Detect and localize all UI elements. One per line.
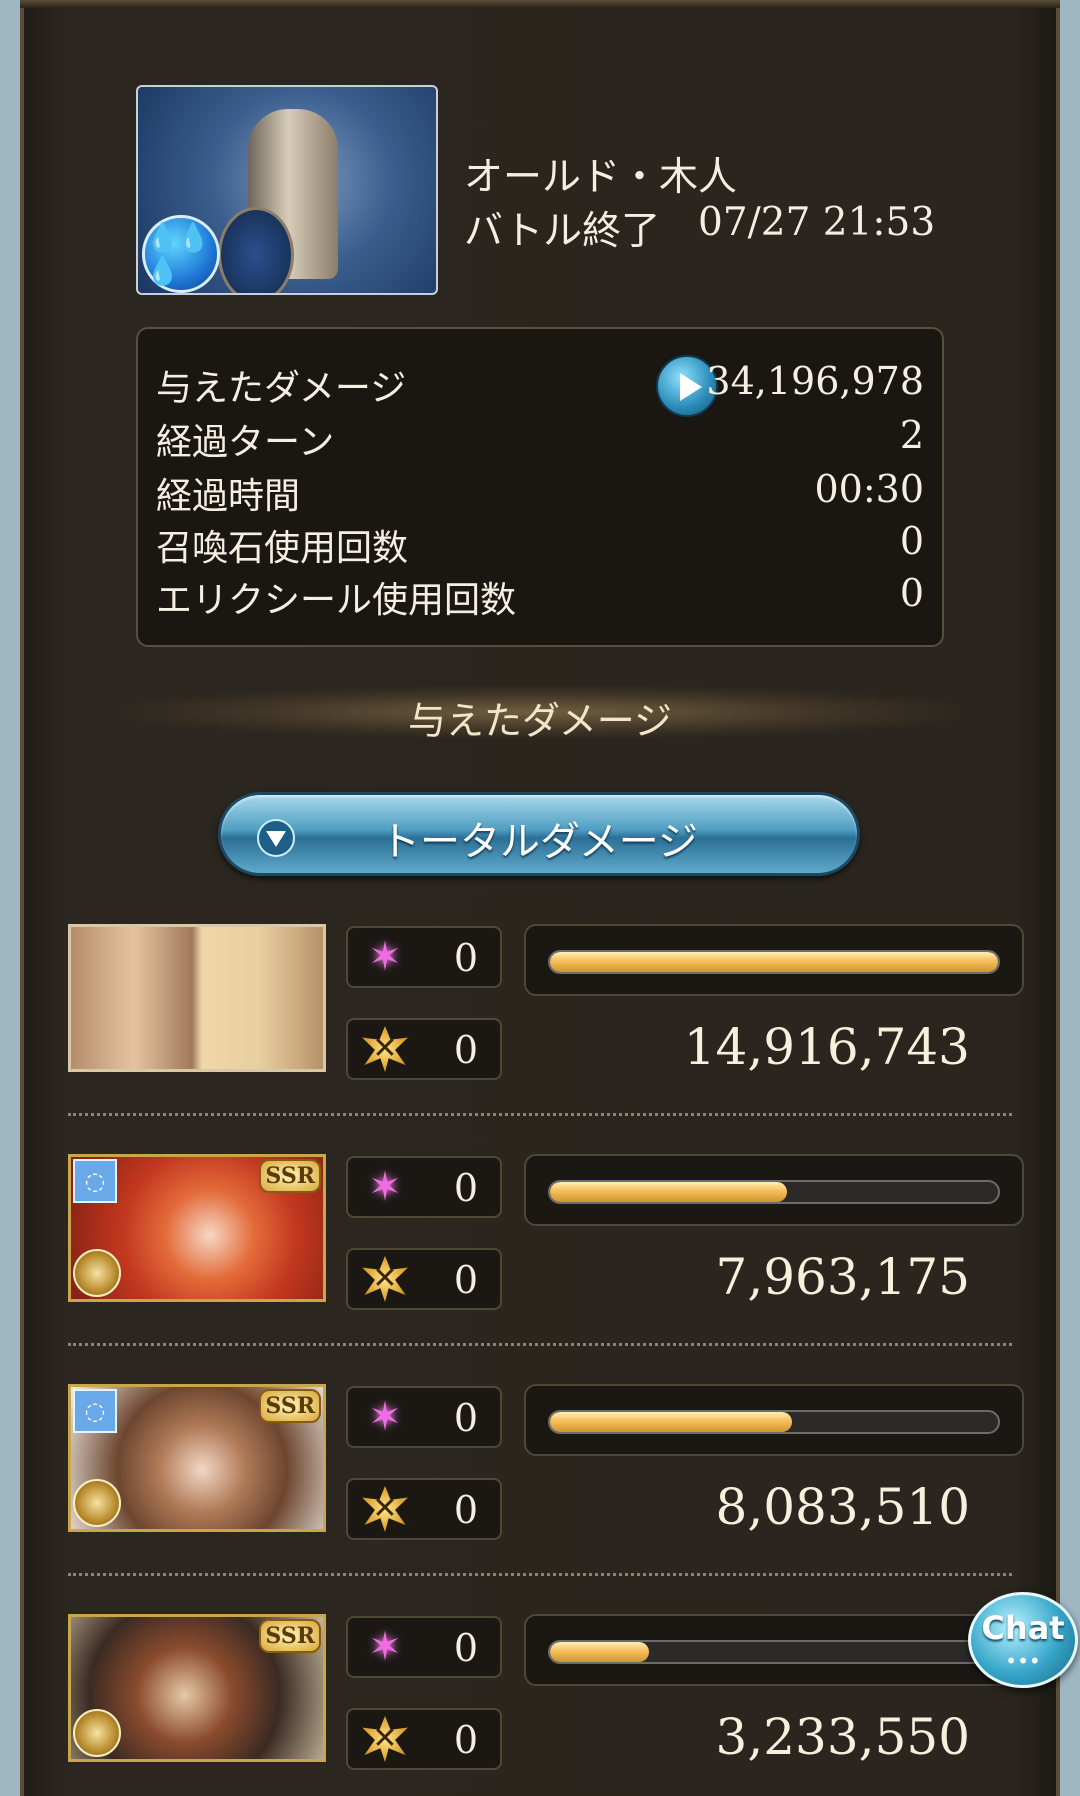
ability-count: ✶ 0 <box>346 1156 502 1218</box>
stat-row-time: 経過時間 00:30 <box>156 467 924 519</box>
chat-button[interactable]: Chat ••• <box>968 1592 1078 1688</box>
charge-attack-count-value: 0 <box>453 1258 478 1302</box>
character-portrait[interactable] <box>68 924 326 1072</box>
stat-label: エリクシール使用回数 <box>156 580 517 621</box>
stat-label: 与えたダメージ <box>156 368 407 409</box>
stat-row-damage: 与えたダメージ 34,196,978 <box>156 355 924 417</box>
ring-icon: ◌ <box>73 1389 117 1433</box>
damage-bar <box>524 1154 1024 1226</box>
damage-value: 8,083,510 <box>715 1478 970 1536</box>
ability-count-value: 0 <box>453 936 478 980</box>
section-title: 与えたダメージ <box>407 699 673 743</box>
damage-bar-fill <box>550 952 998 972</box>
ability-count-value: 0 <box>453 1626 478 1670</box>
charge-attack-count: ✕ 0 <box>346 1248 502 1310</box>
ability-count: ✶ 0 <box>346 1386 502 1448</box>
boss-thumbnail: 💧💧💧 <box>136 85 438 295</box>
character-row: ✶ 0 ✕ 0 14,916,743 <box>68 924 1028 1084</box>
stat-value: 0 <box>899 571 924 615</box>
charge-attack-icon: ✕ <box>362 1256 408 1302</box>
ssr-badge: SSR <box>259 1619 321 1653</box>
battle-status: バトル終了 <box>464 209 661 254</box>
charge-attack-icon: ✕ <box>362 1716 408 1762</box>
row-divider <box>68 1343 1012 1346</box>
ability-count: ✶ 0 <box>346 926 502 988</box>
ability-count-value: 0 <box>453 1166 478 1210</box>
ssr-badge: SSR <box>259 1389 321 1423</box>
character-row: SSR ✶ 0 ✕ 0 3,233,550 <box>68 1614 1028 1774</box>
stat-value: 00:30 <box>814 467 924 511</box>
character-portrait[interactable]: ◌ SSR <box>68 1154 326 1302</box>
charge-attack-count: ✕ 0 <box>346 1478 502 1540</box>
element-icon <box>73 1709 121 1757</box>
damage-bar <box>524 1614 1024 1686</box>
character-row: ◌ SSR ✶ 0 ✕ 0 7,963,175 <box>68 1154 1028 1314</box>
ability-count-value: 0 <box>453 1396 478 1440</box>
damage-bar-track <box>548 1410 1000 1434</box>
row-divider <box>68 1573 1012 1576</box>
damage-bar <box>524 1384 1024 1456</box>
damage-value: 14,916,743 <box>683 1018 970 1076</box>
damage-type-dropdown[interactable]: トータルダメージ <box>218 792 860 876</box>
boss-shield <box>218 207 294 293</box>
charge-attack-count: ✕ 0 <box>346 1018 502 1080</box>
damage-bar-fill <box>550 1412 792 1432</box>
damage-bar-fill <box>550 1642 649 1662</box>
ability-count: ✶ 0 <box>346 1616 502 1678</box>
charge-attack-icon: ✕ <box>362 1026 408 1072</box>
stat-row-turns: 経過ターン 2 <box>156 413 924 465</box>
damage-bar <box>524 924 1024 996</box>
stat-label: 召喚石使用回数 <box>156 528 409 569</box>
panel-top-edge <box>20 0 1060 8</box>
ssr-badge: SSR <box>259 1159 321 1193</box>
battle-stats-box: 与えたダメージ 34,196,978 経過ターン 2 経過時間 00:30 召喚… <box>136 327 944 647</box>
chat-dots-icon: ••• <box>1005 1649 1041 1673</box>
ability-sparkle-icon: ✶ <box>368 1624 402 1670</box>
element-icon <box>73 1479 121 1527</box>
battle-datetime: 07/27 21:53 <box>698 200 936 245</box>
charge-attack-icon: ✕ <box>362 1486 408 1532</box>
damage-bar-track <box>548 1180 1000 1204</box>
ability-sparkle-icon: ✶ <box>368 934 402 980</box>
charge-attack-count-value: 0 <box>453 1488 478 1532</box>
damage-bar-track <box>548 950 1000 974</box>
stat-row-summons: 召喚石使用回数 0 <box>156 519 924 571</box>
row-divider <box>68 1113 1012 1116</box>
element-icon <box>73 1249 121 1297</box>
damage-value: 3,233,550 <box>715 1708 970 1766</box>
stat-row-elixirs: エリクシール使用回数 0 <box>156 571 924 623</box>
chat-label: Chat <box>981 1609 1065 1647</box>
charge-attack-count: ✕ 0 <box>346 1708 502 1770</box>
damage-bar-fill <box>550 1182 788 1202</box>
boss-name: オールド・木人 <box>464 155 738 200</box>
stat-value: 2 <box>899 413 924 457</box>
charge-attack-count-value: 0 <box>453 1028 478 1072</box>
character-portrait[interactable]: SSR <box>68 1614 326 1762</box>
character-portrait[interactable]: ◌ SSR <box>68 1384 326 1532</box>
charge-attack-count-value: 0 <box>453 1718 478 1762</box>
stat-value: 34,196,978 <box>706 359 924 403</box>
ability-sparkle-icon: ✶ <box>368 1394 402 1440</box>
ability-sparkle-icon: ✶ <box>368 1164 402 1210</box>
stat-label: 経過時間 <box>156 476 301 517</box>
stat-value: 0 <box>899 519 924 563</box>
damage-value: 7,963,175 <box>715 1248 970 1306</box>
water-element-icon: 💧💧💧 <box>142 215 220 293</box>
stat-label: 経過ターン <box>156 422 335 463</box>
damage-bar-track <box>548 1640 1000 1664</box>
dropdown-label: トータルダメージ <box>380 819 698 865</box>
ring-icon: ◌ <box>73 1159 117 1203</box>
character-row: ◌ SSR ✶ 0 ✕ 0 8,083,510 <box>68 1384 1028 1544</box>
